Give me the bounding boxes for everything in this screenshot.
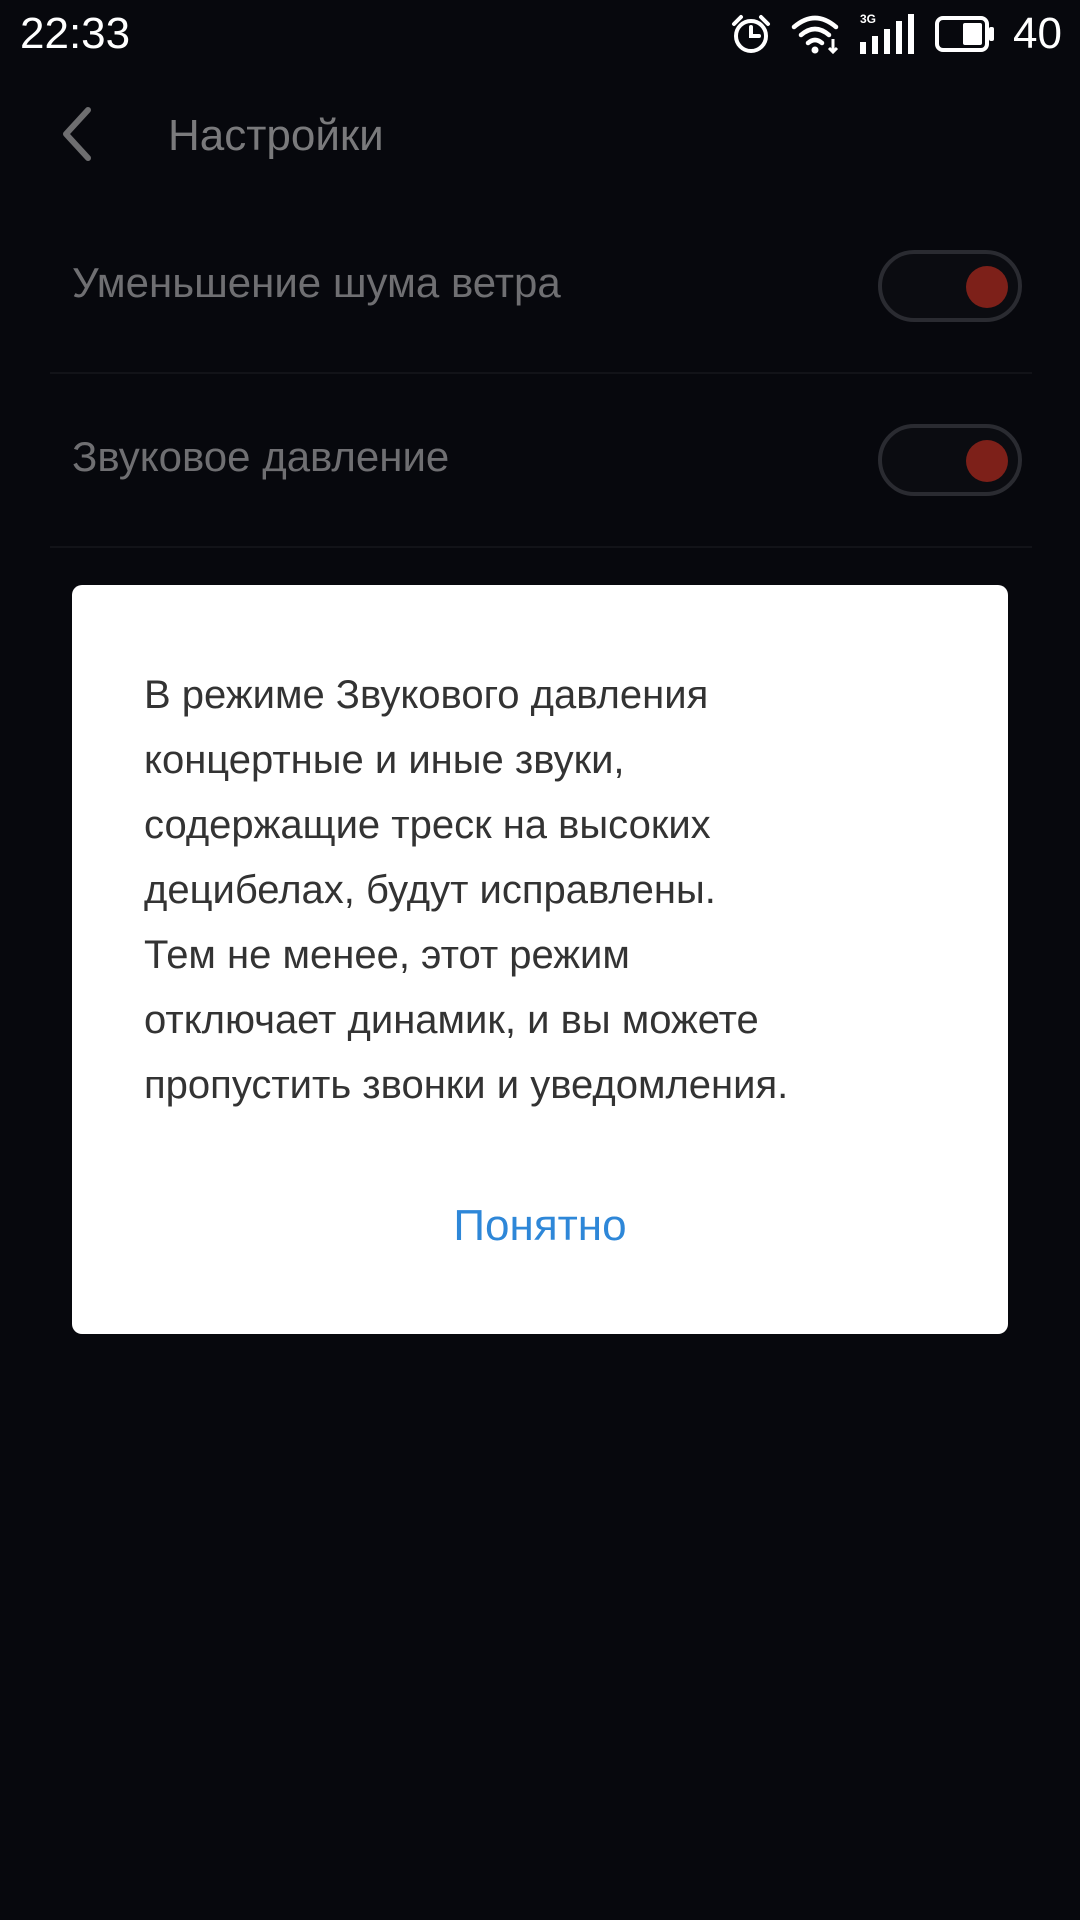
battery-level: 40	[1013, 9, 1062, 58]
settings-row-sound-pressure[interactable]: Звуковое давление	[50, 374, 1032, 548]
settings-row-label: Звуковое давление	[72, 433, 450, 480]
sound-pressure-toggle[interactable]	[878, 424, 1022, 496]
toggle-knob	[966, 266, 1008, 308]
wifi-icon	[791, 13, 841, 55]
status-icons: 3G 40	[729, 8, 1062, 60]
settings-row-label: Уменьшение шума ветра	[72, 259, 561, 306]
battery-icon	[935, 15, 995, 53]
wind-noise-toggle[interactable]	[878, 250, 1022, 322]
svg-text:3G: 3G	[860, 12, 876, 26]
ok-button[interactable]: Понятно	[72, 1185, 1008, 1265]
status-bar: 22:33 3G 40	[0, 0, 1080, 68]
info-dialog: В режиме Звукового давления концертные и…	[72, 585, 1008, 1334]
toggle-knob	[966, 440, 1008, 482]
alarm-icon	[729, 12, 773, 56]
page-title: Настройки	[168, 111, 384, 160]
dialog-message: В режиме Звукового давления концертные и…	[144, 673, 789, 1107]
screen: 22:33 3G 40 Настройки Уменьшение шума ве…	[0, 0, 1080, 1920]
back-button[interactable]	[56, 102, 116, 166]
3g-signal-icon: 3G	[859, 12, 917, 56]
title-bar: Настройки	[0, 80, 1080, 188]
chevron-left-icon	[56, 107, 96, 170]
status-time: 22:33	[20, 9, 131, 58]
settings-row-wind-noise[interactable]: Уменьшение шума ветра	[50, 200, 1032, 374]
